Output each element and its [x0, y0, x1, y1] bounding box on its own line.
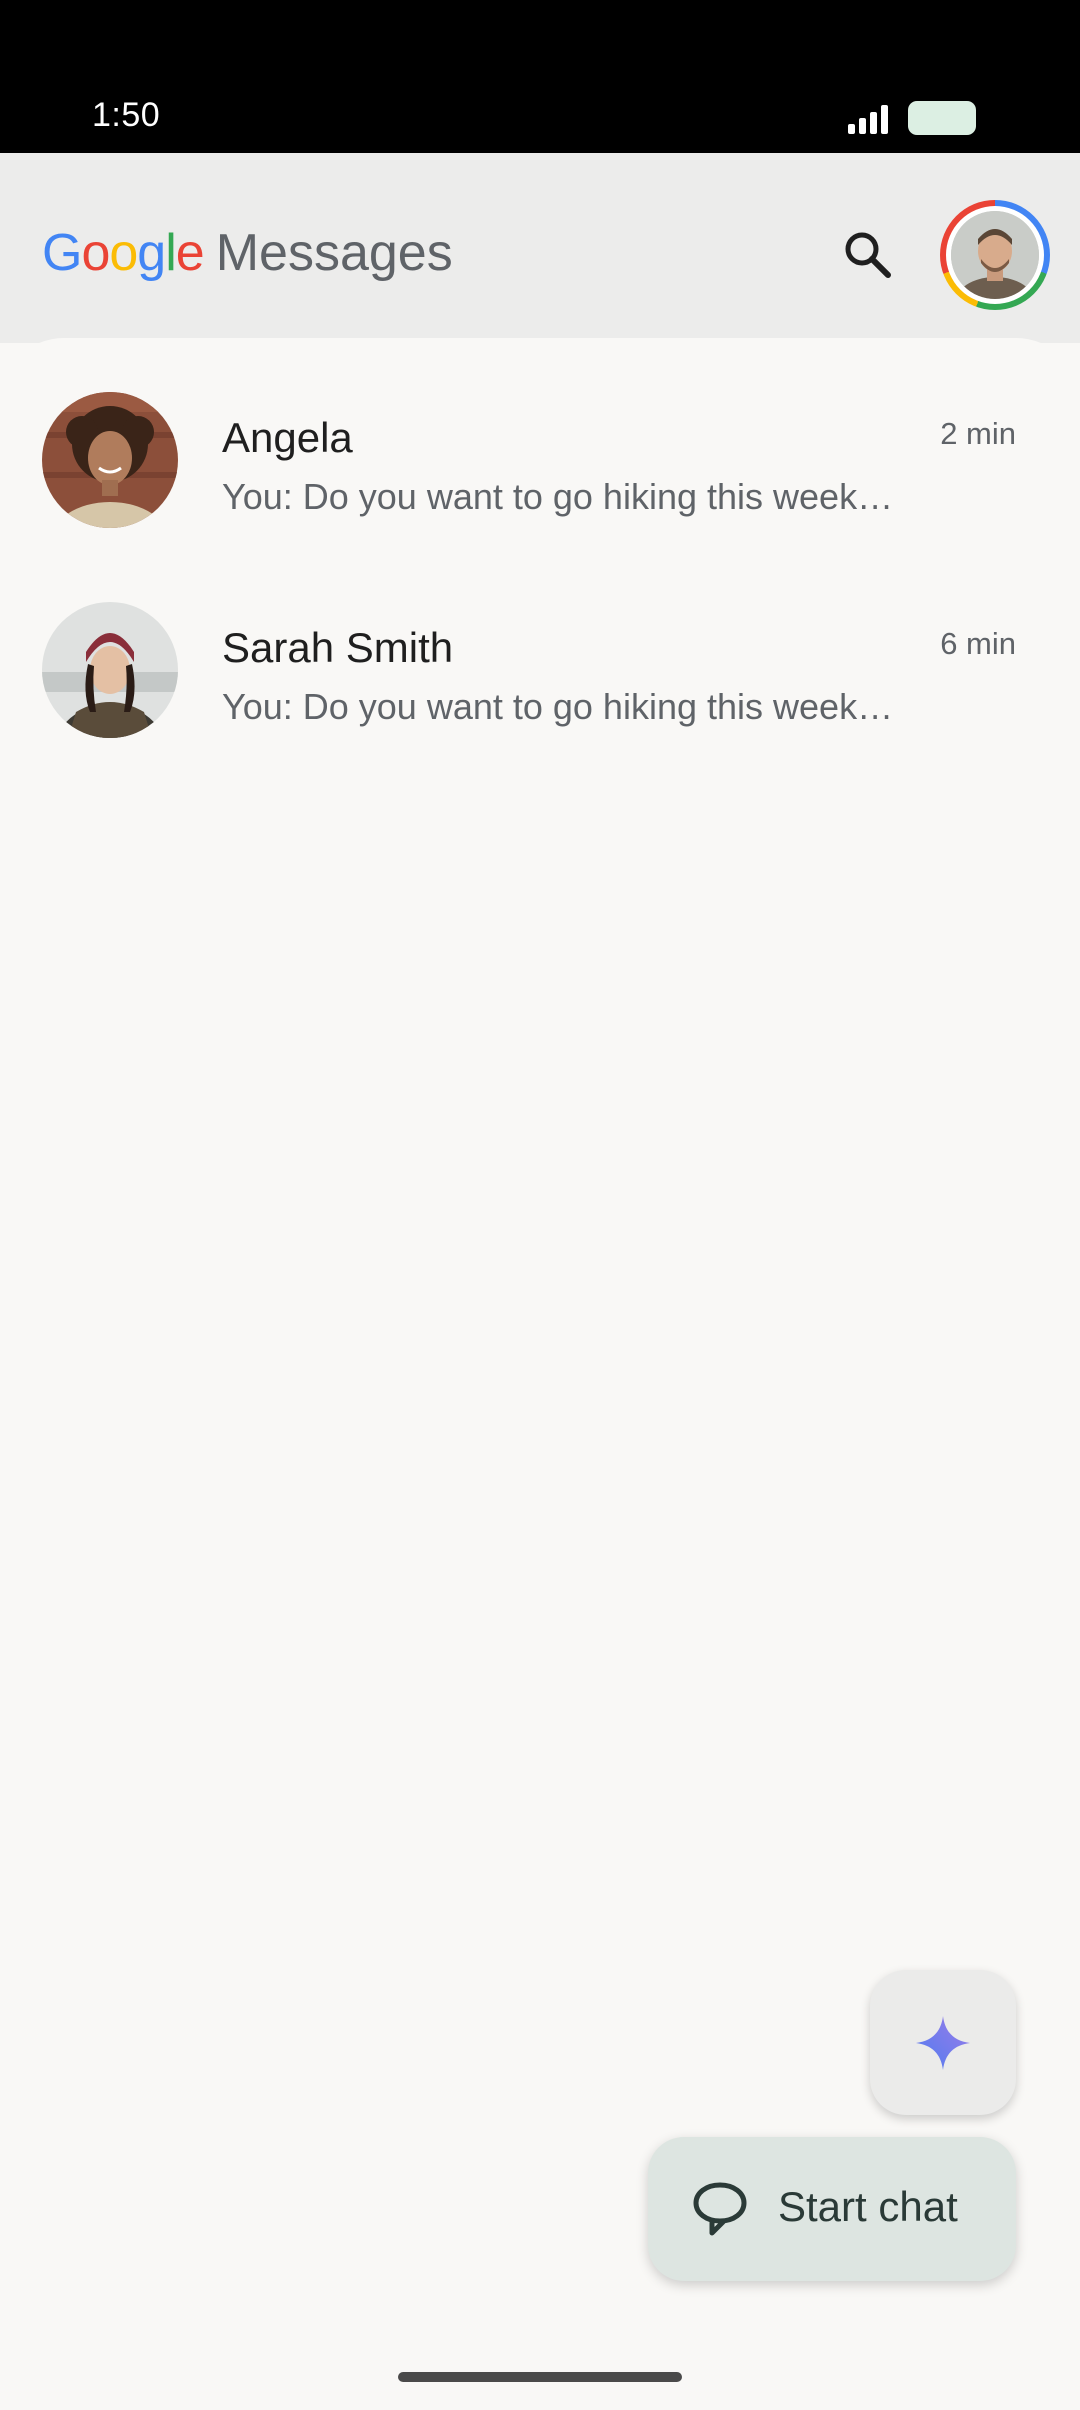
message-snippet: You: Do you want to go hiking this week…	[222, 476, 894, 517]
signal-icon	[848, 105, 888, 134]
sparkle-icon	[916, 2016, 970, 2070]
message-snippet: You: Do you want to go hiking this week…	[222, 686, 894, 727]
logo-letter: G	[42, 224, 82, 282]
gemini-button[interactable]	[870, 1970, 1016, 2115]
logo-letter: l	[165, 224, 177, 282]
home-indicator[interactable]	[398, 2372, 682, 2382]
contact-avatar	[42, 602, 178, 738]
logo-letter: o	[81, 224, 110, 282]
profile-avatar[interactable]	[940, 200, 1050, 310]
chat-bubble-icon	[693, 2182, 747, 2236]
logo-letter: g	[137, 224, 166, 282]
app-header: Google Messages	[0, 153, 1080, 343]
google-messages-logo: Google Messages	[42, 223, 453, 283]
logo-letter: e	[175, 224, 205, 282]
start-chat-button[interactable]: Start chat	[648, 2137, 1016, 2281]
conversation-item[interactable]: Angela You: Do you want to go hiking thi…	[0, 370, 1080, 550]
logo-letter: o	[109, 224, 138, 282]
message-timestamp: 2 min	[940, 416, 1016, 451]
conversation-item[interactable]: Sarah Smith You: Do you want to go hikin…	[0, 580, 1080, 760]
app-name: Messages	[215, 224, 453, 282]
profile-photo	[951, 211, 1039, 299]
contact-name: Sarah Smith	[222, 624, 454, 671]
contact-name: Angela	[222, 414, 353, 461]
status-time: 1:50	[92, 96, 161, 134]
status-bar: 1:50	[0, 0, 1080, 153]
contact-avatar	[42, 392, 178, 528]
search-icon[interactable]	[838, 225, 898, 285]
battery-icon	[908, 101, 976, 135]
start-chat-label: Start chat	[778, 2183, 958, 2230]
message-timestamp: 6 min	[940, 626, 1016, 661]
